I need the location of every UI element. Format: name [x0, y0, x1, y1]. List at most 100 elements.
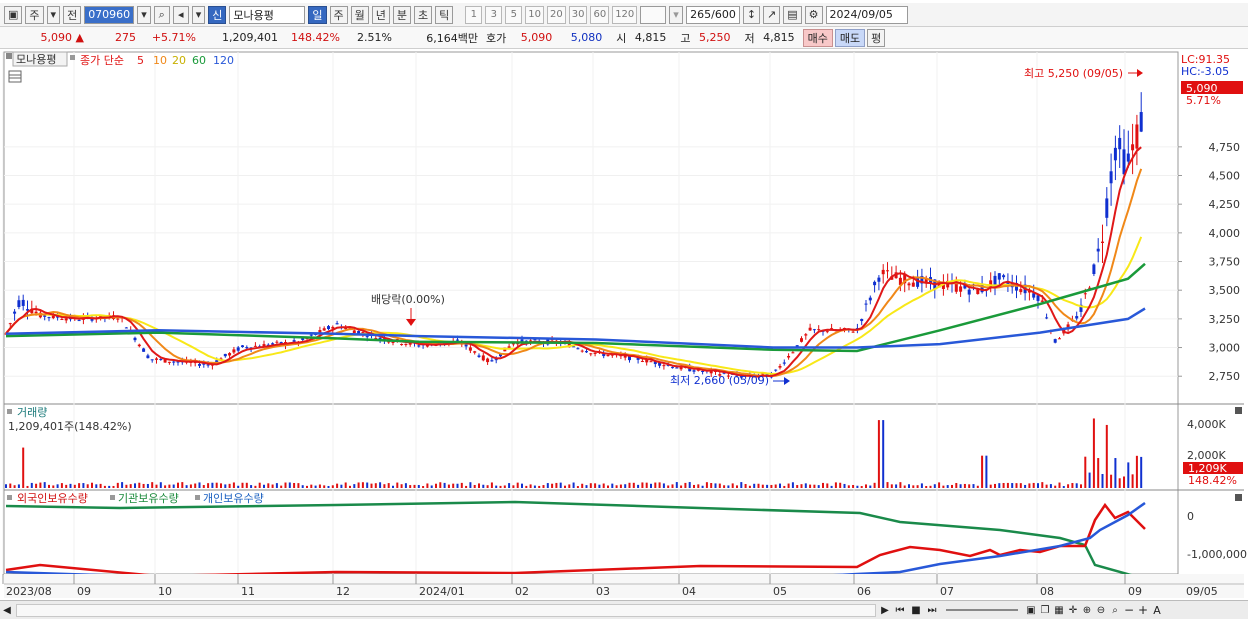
legend-marker-icon: [7, 409, 12, 414]
layout-icon[interactable]: ▣: [1024, 605, 1038, 616]
volume-bar: [632, 482, 635, 488]
volume-bar: [482, 484, 485, 488]
speaker-dropdown-icon[interactable]: ▾: [191, 5, 206, 24]
stop-icon[interactable]: ■: [908, 605, 924, 616]
volume-bar: [688, 482, 691, 488]
interval-20[interactable]: 20: [546, 5, 566, 24]
interval-dropdown-icon[interactable]: ▾: [669, 5, 683, 24]
candle-body: [877, 277, 881, 282]
crosshair-icon[interactable]: ✛: [1066, 605, 1080, 616]
quote-label: 호가: [486, 31, 507, 45]
eval-button[interactable]: 평: [867, 28, 886, 47]
volume-bar: [1045, 484, 1048, 488]
volume-bar: [989, 484, 992, 488]
fast-forward-icon[interactable]: ⏭: [924, 605, 940, 616]
price-tick-label: 4,250: [1209, 198, 1241, 211]
volume-bar: [1002, 482, 1005, 488]
interval-5[interactable]: 5: [505, 5, 523, 24]
code-dropdown-icon[interactable]: ▾: [137, 5, 151, 24]
settings-gear-icon[interactable]: ⚙: [804, 5, 823, 24]
volume-bar: [258, 482, 261, 488]
zoom-out-icon[interactable]: ⊖: [1094, 605, 1108, 616]
volume-bar: [86, 484, 89, 488]
magnify-icon[interactable]: ⌕: [1108, 605, 1122, 616]
volume-bar: [684, 482, 687, 488]
holdings-pane-close-icon[interactable]: [1235, 494, 1242, 501]
period-day[interactable]: 일: [308, 5, 327, 24]
volume-bar: [774, 484, 777, 488]
speaker-icon[interactable]: ◂: [172, 5, 189, 24]
date-input[interactable]: 2024/09/05: [825, 5, 908, 24]
save-icon[interactable]: ▤: [783, 5, 802, 24]
period-second[interactable]: 초: [414, 5, 433, 24]
scroll-left-icon[interactable]: ◀: [0, 605, 14, 616]
candle-body: [1096, 248, 1100, 252]
volume-bar: [1075, 483, 1078, 488]
type-dropdown-icon[interactable]: ▾: [46, 5, 61, 24]
interval-custom-input[interactable]: [640, 5, 667, 24]
candle-body: [791, 352, 795, 354]
volume-bar: [91, 482, 93, 488]
volume-bar: [1015, 483, 1018, 488]
interval-3[interactable]: 3: [485, 5, 503, 24]
table-view-icon[interactable]: [8, 70, 22, 83]
volume-bar: [177, 482, 179, 488]
type-button[interactable]: 주: [25, 5, 44, 24]
chart-area[interactable]: 모나용평 종가 단순 5 10 20 60 120 LC:91.35 HC:-3…: [0, 50, 1248, 600]
period-year[interactable]: 년: [371, 5, 390, 24]
plus-icon[interactable]: +: [1136, 603, 1150, 617]
high-price: 5,250: [699, 31, 731, 44]
code-input[interactable]: 070960: [84, 5, 135, 24]
candle-body: [159, 358, 163, 360]
screen-menu-icon[interactable]: ▣: [4, 5, 23, 24]
interval-120[interactable]: 120: [612, 5, 638, 24]
bottom-bar: ◀ ▶ ⏮ ■ ⏭ ▣ ❐ ▦ ✛ ⊕ ⊖ ⌕ − + A: [0, 600, 1248, 619]
chart-type-icon[interactable]: ↕: [742, 5, 761, 24]
volume-bar: [189, 484, 192, 488]
period-tick[interactable]: 틱: [435, 5, 454, 24]
copy-icon[interactable]: ❐: [1038, 605, 1052, 616]
sell-button[interactable]: 매도: [834, 28, 866, 47]
volume-bar: [916, 485, 919, 488]
period-minute[interactable]: 분: [392, 5, 411, 24]
draw-tool-icon[interactable]: ↗: [763, 5, 781, 24]
tile-icon[interactable]: ▦: [1052, 605, 1066, 616]
interval-60[interactable]: 60: [590, 5, 610, 24]
volume-bar: [422, 486, 425, 488]
volume-bar: [740, 482, 743, 488]
volume-bar: [963, 483, 966, 488]
volume-bar: [1110, 474, 1113, 488]
volume-bar: [551, 483, 554, 488]
interval-10[interactable]: 10: [525, 5, 544, 24]
candle-body: [245, 347, 249, 349]
volume-pane-close-icon[interactable]: [1235, 407, 1242, 414]
candle-body: [352, 330, 356, 334]
volume-bar: [452, 483, 455, 488]
zoom-slider[interactable]: [946, 609, 1018, 611]
volume-bar: [245, 482, 248, 488]
interval-1[interactable]: 1: [465, 5, 483, 24]
volume-bar: [207, 483, 210, 488]
font-size-icon[interactable]: A: [1150, 604, 1164, 617]
period-week[interactable]: 주: [329, 5, 348, 24]
buy-button[interactable]: 매수: [802, 28, 833, 47]
period-month[interactable]: 월: [350, 5, 369, 24]
minus-icon[interactable]: −: [1122, 603, 1136, 617]
price-tick-label: 2,750: [1209, 370, 1241, 383]
volume-bar: [306, 485, 308, 488]
interval-30[interactable]: 30: [568, 5, 588, 24]
legend-institution: 기관보유수량: [118, 492, 179, 505]
volume-bar: [852, 484, 855, 488]
stock-name-field[interactable]: 모나용평: [229, 5, 306, 24]
scroll-right-icon[interactable]: ▶: [878, 605, 892, 616]
count-input[interactable]: 265/600: [685, 5, 740, 24]
rewind-icon[interactable]: ⏮: [892, 605, 908, 616]
volume-bar: [959, 484, 962, 488]
volume-bar: [121, 482, 124, 488]
zoom-in-icon[interactable]: ⊕: [1080, 605, 1094, 616]
prev-button[interactable]: 전: [63, 5, 82, 24]
scrollbar-track[interactable]: [16, 603, 876, 617]
volume-value: 1,209,401: [222, 31, 278, 44]
candle-body: [468, 347, 472, 351]
search-icon[interactable]: ⌕: [153, 5, 170, 24]
